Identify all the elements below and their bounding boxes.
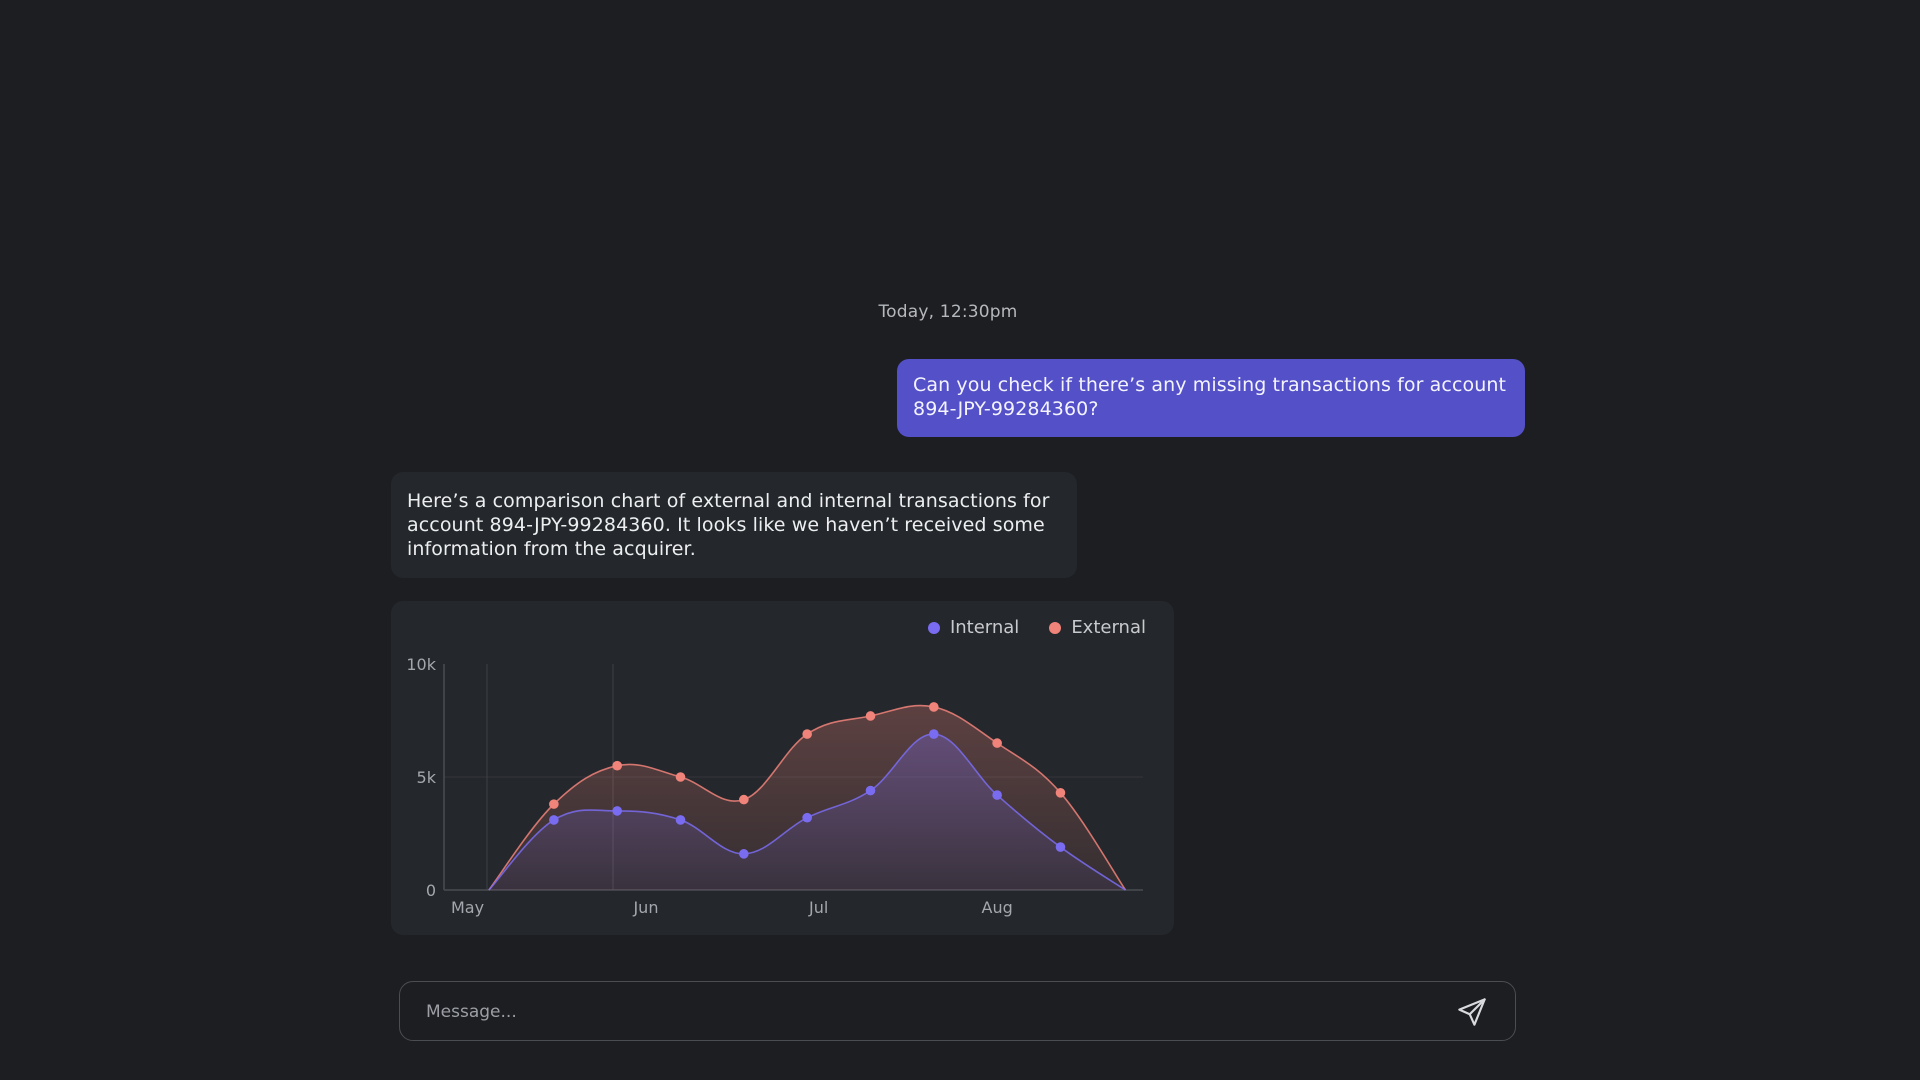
internal-series-point bbox=[929, 729, 939, 739]
message-timestamp: Today, 12:30pm bbox=[878, 302, 1018, 322]
external-series-point bbox=[739, 794, 749, 805]
x-tick-label: Aug bbox=[982, 898, 1013, 917]
internal-series-point bbox=[675, 815, 686, 825]
external-series-point bbox=[802, 729, 812, 739]
external-series-point bbox=[929, 702, 939, 712]
x-tick-label: May bbox=[451, 898, 484, 917]
user-message-bubble: Can you check if there’s any missing tra… bbox=[897, 359, 1525, 437]
chat-page: Today, 12:30pm Can you check if there’s … bbox=[0, 0, 1920, 1080]
internal-series-point bbox=[612, 806, 622, 816]
message-composer bbox=[399, 981, 1516, 1041]
y-tick-label: 10k bbox=[406, 655, 436, 674]
x-tick-label: Jul bbox=[808, 898, 828, 917]
internal-series-point bbox=[992, 790, 1002, 800]
external-series-point bbox=[992, 738, 1002, 748]
transactions-chart-card: Internal External 0 5k 10k May Jun Jul Aug bbox=[391, 601, 1174, 935]
transactions-area-chart: 0 5k 10k May Jun Jul Aug bbox=[406, 655, 1143, 917]
x-tick-label: Jun bbox=[632, 898, 658, 917]
send-icon bbox=[1458, 998, 1486, 1026]
internal-series-point bbox=[549, 815, 559, 825]
y-tick-label: 5k bbox=[417, 768, 437, 787]
external-series-point bbox=[549, 799, 559, 809]
internal-series-point bbox=[802, 812, 812, 823]
send-button[interactable] bbox=[1455, 995, 1489, 1029]
message-input[interactable] bbox=[424, 982, 1428, 1041]
external-series-point bbox=[675, 772, 686, 782]
y-tick-label: 0 bbox=[426, 881, 436, 900]
external-series-point bbox=[865, 711, 876, 721]
internal-series-point bbox=[865, 785, 876, 796]
internal-series-point bbox=[739, 849, 749, 859]
external-series-point bbox=[1055, 788, 1066, 798]
external-series-point bbox=[612, 760, 622, 771]
internal-series-point bbox=[1055, 842, 1066, 852]
assistant-message-bubble: Here’s a comparison chart of external an… bbox=[391, 472, 1077, 578]
